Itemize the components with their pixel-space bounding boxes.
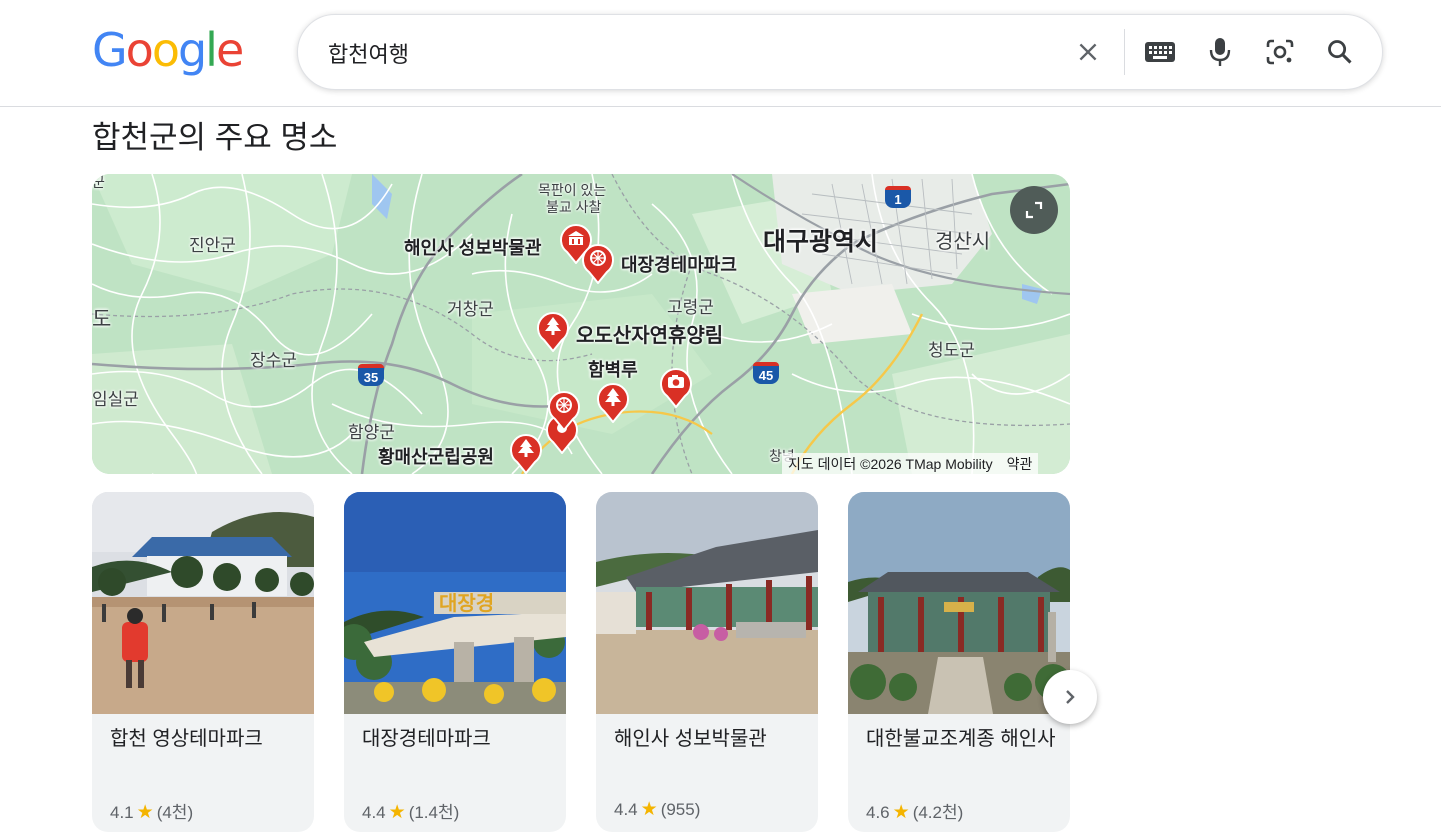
chevron-right-icon [1066, 690, 1075, 704]
logo-letter-6: e [215, 23, 244, 77]
section-title: 합천군의 주요 명소 [92, 120, 338, 155]
keyboard-icon [1145, 42, 1175, 62]
map-label-geochang: 거창군 [447, 300, 494, 319]
map-label-ododsan: 오도산자연휴양림 [576, 325, 724, 347]
place-card[interactable]: 합천 영상테마파크 4.1 ★ (4천) [92, 492, 314, 832]
search-box[interactable]: 합천여행 [297, 14, 1383, 90]
search-button[interactable] [1320, 32, 1360, 72]
search-icon [1328, 40, 1352, 64]
map-label-goryeong: 고령군 [667, 298, 714, 317]
review-count: (1.4천) [408, 803, 460, 822]
place-card[interactable]: 해인사 성보박물관 4.4 ★ (955) [596, 492, 818, 832]
theme-park-pin-icon[interactable] [547, 389, 581, 431]
rating-value: 4.1 [110, 803, 134, 822]
logo-letter-1: G [92, 23, 128, 77]
map-label-museum: 해인사 성보박물관 [404, 238, 542, 258]
search-input[interactable]: 합천여행 [328, 37, 409, 69]
map-label-cheongdo: 청도군 [928, 341, 975, 360]
map-label-imsil: 임실군 [92, 390, 139, 409]
rating-value: 4.4 [362, 803, 386, 822]
logo-letter-2: o [125, 23, 154, 77]
place-name: 대한불교조계종 해인사 [866, 728, 1056, 750]
header: Google 합천여행 [0, 0, 1441, 107]
map-attribution: 지도 데이터 ©2026 TMap Mobility 약관 [782, 453, 1039, 474]
map-label-jinan: 진안군 [189, 236, 236, 255]
map-label-top2: 불교 사찰 [546, 199, 602, 215]
search-divider [1124, 29, 1125, 75]
review-count: (4.2천) [912, 803, 964, 822]
place-photo: 대장경 [344, 492, 566, 714]
place-photo [92, 492, 314, 714]
map-label-hamyang: 함양군 [348, 423, 395, 442]
lens-button[interactable] [1260, 32, 1300, 72]
place-name: 대장경테마파크 [362, 728, 491, 750]
logo-letter-5: l [205, 23, 218, 77]
place-name: 해인사 성보박물관 [614, 728, 767, 750]
mic-icon [1209, 38, 1231, 66]
voice-search-button[interactable] [1200, 32, 1240, 72]
map-label-do: 도 [92, 308, 112, 331]
keyboard-button[interactable] [1140, 32, 1180, 72]
place-card[interactable]: 대한불교조계종 해인사 4.6 ★ (4.2천) [848, 492, 1070, 832]
rating-value: 4.4 [614, 800, 638, 819]
star-icon: ★ [640, 799, 658, 820]
map-terms-link[interactable]: 약관 [1007, 456, 1033, 472]
expand-icon [1025, 201, 1043, 219]
map-expand-button[interactable] [1010, 186, 1058, 234]
map-label-gyeongsan: 경산시 [935, 231, 991, 253]
star-icon: ★ [892, 802, 910, 823]
place-photo [848, 492, 1070, 714]
theme-park-pin-icon[interactable] [581, 242, 615, 284]
lens-icon [1266, 39, 1294, 65]
map-label-hwangmaesan: 황매산군립공원 [378, 447, 494, 467]
map-label-hambyeokru: 함벽루 [588, 360, 638, 380]
tree-pin-icon[interactable] [596, 381, 630, 423]
place-card[interactable]: 대장경 대장경테마파크 4.4 ★ (1.4천) [344, 492, 566, 832]
logo-letter-3: o [151, 23, 180, 77]
map-label-themepark: 대장경테마파크 [621, 255, 737, 275]
place-rating: 4.4 ★ (1.4천) [362, 798, 459, 824]
star-icon: ★ [136, 802, 154, 823]
svg-text:대장경: 대장경 [439, 591, 494, 615]
carousel-next-button[interactable] [1043, 670, 1097, 724]
highway-shield-45: 45 [753, 362, 779, 384]
map[interactable]: 1 35 45 군 목판이 있는 불교 사찰 진안군 해인사 성보박물관 대장경… [92, 174, 1070, 474]
place-photo [596, 492, 818, 714]
tree-pin-icon[interactable] [509, 432, 543, 474]
review-count: (4천) [156, 803, 194, 822]
map-attribution-text: 지도 데이터 ©2026 TMap Mobility [788, 456, 993, 472]
google-logo[interactable]: Google [92, 22, 244, 78]
rating-value: 4.6 [866, 803, 890, 822]
clear-icon [1079, 43, 1097, 61]
place-rating: 4.6 ★ (4.2천) [866, 798, 963, 824]
star-icon: ★ [388, 802, 406, 823]
highway-shield-1: 1 [885, 186, 911, 208]
map-label-jangsu: 장수군 [250, 351, 297, 370]
map-label-daegu: 대구광역시 [763, 228, 879, 256]
clear-button[interactable] [1068, 32, 1108, 72]
map-label-gun-top-left: 군 [92, 174, 105, 190]
tree-pin-icon[interactable] [536, 310, 570, 352]
place-rating: 4.4 ★ (955) [614, 798, 700, 821]
logo-letter-4: g [177, 23, 207, 77]
highway-shield-35: 35 [358, 364, 384, 386]
place-name: 합천 영상테마파크 [110, 728, 263, 750]
camera-pin-icon[interactable] [659, 366, 693, 408]
place-rating: 4.1 ★ (4천) [110, 798, 193, 824]
review-count: (955) [660, 800, 701, 819]
